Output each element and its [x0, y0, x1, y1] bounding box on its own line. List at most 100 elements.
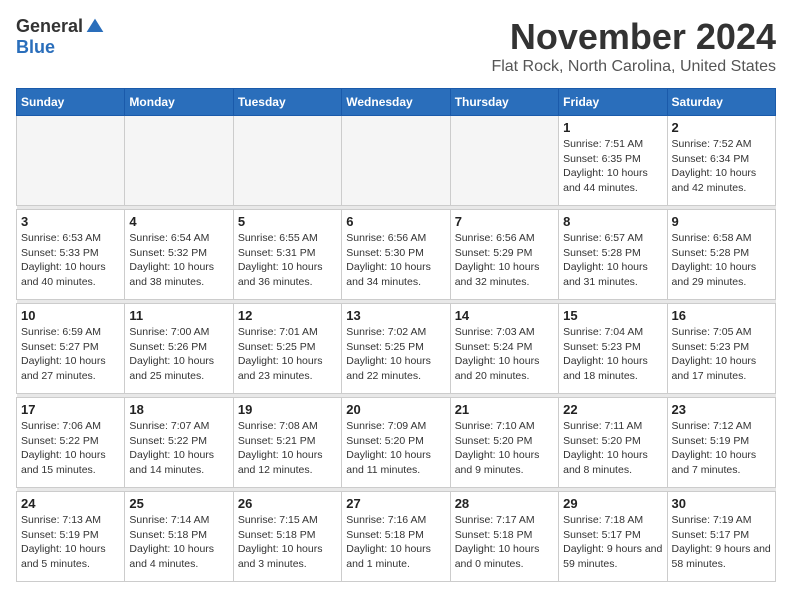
day-info: Sunrise: 6:55 AM Sunset: 5:31 PM Dayligh… — [238, 231, 337, 290]
calendar-cell: 5 Sunrise: 6:55 AM Sunset: 5:31 PM Daylig… — [233, 210, 341, 300]
day-number: 1 — [563, 120, 662, 135]
day-info: Sunrise: 7:03 AM Sunset: 5:24 PM Dayligh… — [455, 325, 554, 384]
calendar-table: SundayMondayTuesdayWednesdayThursdayFrid… — [16, 88, 776, 582]
day-info: Sunrise: 7:07 AM Sunset: 5:22 PM Dayligh… — [129, 419, 228, 478]
calendar-cell: 12 Sunrise: 7:01 AM Sunset: 5:25 PM Dayli… — [233, 304, 341, 394]
day-info: Sunrise: 7:16 AM Sunset: 5:18 PM Dayligh… — [346, 513, 445, 572]
calendar-week-row: 3 Sunrise: 6:53 AM Sunset: 5:33 PM Daylig… — [17, 210, 776, 300]
day-info: Sunrise: 6:57 AM Sunset: 5:28 PM Dayligh… — [563, 231, 662, 290]
day-number: 16 — [672, 308, 771, 323]
calendar-cell: 7 Sunrise: 6:56 AM Sunset: 5:29 PM Daylig… — [450, 210, 558, 300]
day-info: Sunrise: 7:10 AM Sunset: 5:20 PM Dayligh… — [455, 419, 554, 478]
day-info: Sunrise: 7:52 AM Sunset: 6:34 PM Dayligh… — [672, 137, 771, 196]
calendar-cell: 9 Sunrise: 6:58 AM Sunset: 5:28 PM Daylig… — [667, 210, 775, 300]
calendar-cell: 25Sunrise: 7:14 AM Sunset: 5:18 PM Dayli… — [125, 492, 233, 582]
day-number: 4 — [129, 214, 228, 229]
day-number: 20 — [346, 402, 445, 417]
day-info: Sunrise: 7:15 AM Sunset: 5:18 PM Dayligh… — [238, 513, 337, 572]
calendar-cell: 10Sunrise: 6:59 AM Sunset: 5:27 PM Dayli… — [17, 304, 125, 394]
calendar-cell: 27Sunrise: 7:16 AM Sunset: 5:18 PM Dayli… — [342, 492, 450, 582]
calendar-cell: 13 Sunrise: 7:02 AM Sunset: 5:25 PM Dayli… — [342, 304, 450, 394]
calendar-cell — [450, 116, 558, 206]
day-info: Sunrise: 7:11 AM Sunset: 5:20 PM Dayligh… — [563, 419, 662, 478]
day-number: 6 — [346, 214, 445, 229]
calendar-cell: 21 Sunrise: 7:10 AM Sunset: 5:20 PM Dayli… — [450, 398, 558, 488]
calendar-cell: 6 Sunrise: 6:56 AM Sunset: 5:30 PM Daylig… — [342, 210, 450, 300]
calendar-cell: 28 Sunrise: 7:17 AM Sunset: 5:18 PM Dayli… — [450, 492, 558, 582]
day-number: 19 — [238, 402, 337, 417]
day-info: Sunrise: 7:13 AM Sunset: 5:19 PM Dayligh… — [21, 513, 120, 572]
calendar-cell: 18 Sunrise: 7:07 AM Sunset: 5:22 PM Dayli… — [125, 398, 233, 488]
day-number: 3 — [21, 214, 120, 229]
day-info: Sunrise: 7:06 AM Sunset: 5:22 PM Dayligh… — [21, 419, 120, 478]
weekday-header: Sunday — [17, 89, 125, 116]
calendar-cell: 19Sunrise: 7:08 AM Sunset: 5:21 PM Dayli… — [233, 398, 341, 488]
day-info: Sunrise: 7:17 AM Sunset: 5:18 PM Dayligh… — [455, 513, 554, 572]
day-info: Sunrise: 7:51 AM Sunset: 6:35 PM Dayligh… — [563, 137, 662, 196]
day-info: Sunrise: 7:04 AM Sunset: 5:23 PM Dayligh… — [563, 325, 662, 384]
day-info: Sunrise: 7:02 AM Sunset: 5:25 PM Dayligh… — [346, 325, 445, 384]
day-number: 2 — [672, 120, 771, 135]
day-info: Sunrise: 7:09 AM Sunset: 5:20 PM Dayligh… — [346, 419, 445, 478]
calendar-cell: 26 Sunrise: 7:15 AM Sunset: 5:18 PM Dayli… — [233, 492, 341, 582]
day-info: Sunrise: 6:54 AM Sunset: 5:32 PM Dayligh… — [129, 231, 228, 290]
day-number: 7 — [455, 214, 554, 229]
calendar-cell: 30 Sunrise: 7:19 AM Sunset: 5:17 PM Dayli… — [667, 492, 775, 582]
calendar-cell: 22 Sunrise: 7:11 AM Sunset: 5:20 PM Dayli… — [559, 398, 667, 488]
day-info: Sunrise: 7:14 AM Sunset: 5:18 PM Dayligh… — [129, 513, 228, 572]
calendar-week-row: 1 Sunrise: 7:51 AM Sunset: 6:35 PM Daylig… — [17, 116, 776, 206]
day-info: Sunrise: 6:58 AM Sunset: 5:28 PM Dayligh… — [672, 231, 771, 290]
day-number: 18 — [129, 402, 228, 417]
calendar-week-row: 10Sunrise: 6:59 AM Sunset: 5:27 PM Dayli… — [17, 304, 776, 394]
calendar-cell: 11 Sunrise: 7:00 AM Sunset: 5:26 PM Dayli… — [125, 304, 233, 394]
logo: General Blue — [16, 16, 105, 58]
calendar-cell: 23Sunrise: 7:12 AM Sunset: 5:19 PM Dayli… — [667, 398, 775, 488]
day-number: 26 — [238, 496, 337, 511]
calendar-cell: 29Sunrise: 7:18 AM Sunset: 5:17 PM Dayli… — [559, 492, 667, 582]
day-number: 11 — [129, 308, 228, 323]
day-number: 13 — [346, 308, 445, 323]
day-number: 24 — [21, 496, 120, 511]
day-number: 14 — [455, 308, 554, 323]
calendar-cell: 1 Sunrise: 7:51 AM Sunset: 6:35 PM Daylig… — [559, 116, 667, 206]
calendar-cell: 17Sunrise: 7:06 AM Sunset: 5:22 PM Dayli… — [17, 398, 125, 488]
calendar-cell — [342, 116, 450, 206]
weekday-header: Wednesday — [342, 89, 450, 116]
day-number: 15 — [563, 308, 662, 323]
day-number: 12 — [238, 308, 337, 323]
calendar-week-row: 17Sunrise: 7:06 AM Sunset: 5:22 PM Dayli… — [17, 398, 776, 488]
day-number: 5 — [238, 214, 337, 229]
weekday-header: Thursday — [450, 89, 558, 116]
day-number: 21 — [455, 402, 554, 417]
weekday-header: Saturday — [667, 89, 775, 116]
location-title: Flat Rock, North Carolina, United States — [491, 58, 776, 76]
calendar-week-row: 24 Sunrise: 7:13 AM Sunset: 5:19 PM Dayli… — [17, 492, 776, 582]
calendar-cell: 20 Sunrise: 7:09 AM Sunset: 5:20 PM Dayli… — [342, 398, 450, 488]
day-info: Sunrise: 6:53 AM Sunset: 5:33 PM Dayligh… — [21, 231, 120, 290]
day-number: 9 — [672, 214, 771, 229]
day-info: Sunrise: 7:19 AM Sunset: 5:17 PM Dayligh… — [672, 513, 771, 572]
day-info: Sunrise: 7:01 AM Sunset: 5:25 PM Dayligh… — [238, 325, 337, 384]
calendar-cell: 16Sunrise: 7:05 AM Sunset: 5:23 PM Dayli… — [667, 304, 775, 394]
day-info: Sunrise: 6:56 AM Sunset: 5:30 PM Dayligh… — [346, 231, 445, 290]
day-number: 8 — [563, 214, 662, 229]
calendar-cell: 14 Sunrise: 7:03 AM Sunset: 5:24 PM Dayli… — [450, 304, 558, 394]
logo-icon — [85, 17, 105, 37]
day-number: 23 — [672, 402, 771, 417]
title-section: November 2024 Flat Rock, North Carolina,… — [491, 16, 776, 76]
day-info: Sunrise: 7:00 AM Sunset: 5:26 PM Dayligh… — [129, 325, 228, 384]
weekday-header: Tuesday — [233, 89, 341, 116]
day-number: 30 — [672, 496, 771, 511]
day-info: Sunrise: 6:59 AM Sunset: 5:27 PM Dayligh… — [21, 325, 120, 384]
day-number: 22 — [563, 402, 662, 417]
calendar-cell — [125, 116, 233, 206]
day-info: Sunrise: 6:56 AM Sunset: 5:29 PM Dayligh… — [455, 231, 554, 290]
calendar-cell: 4 Sunrise: 6:54 AM Sunset: 5:32 PM Daylig… — [125, 210, 233, 300]
calendar-cell — [17, 116, 125, 206]
day-info: Sunrise: 7:18 AM Sunset: 5:17 PM Dayligh… — [563, 513, 662, 572]
day-number: 28 — [455, 496, 554, 511]
weekday-header: Friday — [559, 89, 667, 116]
logo-general-text: General — [16, 16, 83, 37]
calendar-cell: 3 Sunrise: 6:53 AM Sunset: 5:33 PM Daylig… — [17, 210, 125, 300]
page-header: General Blue November 2024 Flat Rock, No… — [16, 16, 776, 76]
